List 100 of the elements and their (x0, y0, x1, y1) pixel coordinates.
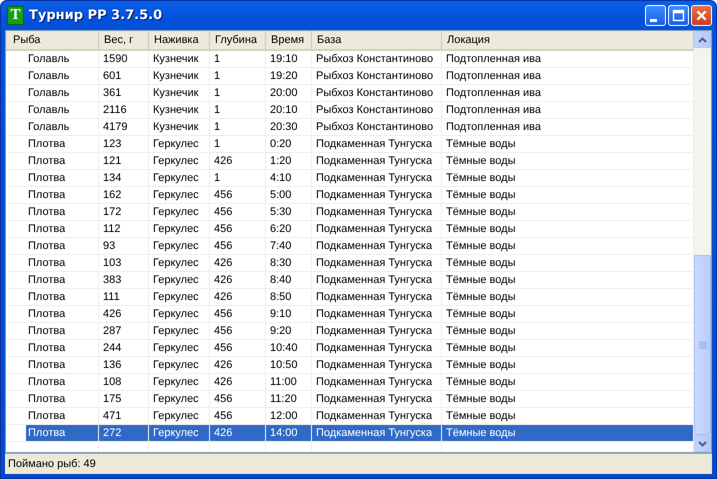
table-cell[interactable]: 1 (210, 68, 265, 84)
table-cell[interactable]: Тёмные воды (442, 170, 693, 186)
table-cell[interactable]: Геркулес (149, 153, 209, 169)
column-header[interactable]: Время (266, 31, 312, 49)
table-cell[interactable]: Тёмные воды (442, 255, 693, 271)
table-cell[interactable]: Плотва (26, 374, 98, 390)
table-cell[interactable]: 136 (99, 357, 148, 373)
table-cell[interactable]: 123 (99, 136, 148, 152)
table-cell[interactable]: Плотва (26, 357, 98, 373)
table-cell[interactable]: 426 (210, 357, 265, 373)
table-cell[interactable]: 456 (210, 323, 265, 339)
table-cell[interactable]: Геркулес (149, 374, 209, 390)
table-cell[interactable]: 93 (99, 238, 148, 254)
table-cell[interactable]: 9:10 (266, 306, 311, 322)
table-cell[interactable]: Геркулес (149, 170, 209, 186)
table-cell[interactable]: Геркулес (149, 238, 209, 254)
table-cell[interactable]: Подкаменная Тунгуска (312, 170, 441, 186)
table-cell[interactable]: 1 (210, 119, 265, 135)
table-cell[interactable]: Подкаменная Тунгуска (312, 323, 441, 339)
table-cell[interactable]: Рыбхоз Константиново (312, 85, 441, 101)
table-cell[interactable]: 456 (210, 391, 265, 407)
table-cell[interactable]: Подкаменная Тунгуска (312, 204, 441, 220)
table-cell[interactable]: Плотва (26, 340, 98, 356)
table-cell[interactable]: 10:40 (266, 340, 311, 356)
table-cell[interactable]: Тёмные воды (442, 238, 693, 254)
table-cell[interactable]: Подкаменная Тунгуска (312, 221, 441, 237)
table-cell[interactable]: 456 (210, 340, 265, 356)
table-cell[interactable]: 19:20 (266, 68, 311, 84)
table-cell[interactable]: Геркулес (149, 391, 209, 407)
table-cell[interactable]: 287 (99, 323, 148, 339)
table-cell[interactable]: 111 (99, 289, 148, 305)
table-cell[interactable]: Голавль (26, 119, 98, 135)
table-cell[interactable]: Подкаменная Тунгуска (312, 425, 441, 441)
table-cell[interactable]: Плотва (26, 323, 98, 339)
column-header[interactable]: Глубина (210, 31, 266, 49)
table-cell[interactable]: 426 (210, 272, 265, 288)
table-cell[interactable]: Тёмные воды (442, 391, 693, 407)
table-cell[interactable]: 471 (99, 408, 148, 424)
table-cell[interactable]: Подкаменная Тунгуска (312, 187, 441, 203)
table-cell[interactable]: 9:20 (266, 323, 311, 339)
table-cell[interactable]: 1 (210, 51, 265, 67)
table-cell[interactable]: 1 (210, 170, 265, 186)
scroll-down-button[interactable] (694, 435, 711, 452)
table-cell[interactable]: Тёмные воды (442, 357, 693, 373)
table-cell[interactable]: Тёмные воды (442, 374, 693, 390)
table-cell[interactable]: Плотва (26, 238, 98, 254)
table-cell[interactable]: 361 (99, 85, 148, 101)
table-cell[interactable]: Подкаменная Тунгуска (312, 255, 441, 271)
table-cell[interactable]: 7:40 (266, 238, 311, 254)
table-cell[interactable]: 112 (99, 221, 148, 237)
table-cell[interactable]: Плотва (26, 187, 98, 203)
table-cell[interactable]: 426 (210, 255, 265, 271)
table-cell[interactable]: Тёмные воды (442, 306, 693, 322)
minimize-button[interactable] (645, 5, 666, 26)
table-cell[interactable]: 1:20 (266, 153, 311, 169)
table-cell[interactable]: Рыбхоз Константиново (312, 68, 441, 84)
table-cell[interactable]: Плотва (26, 221, 98, 237)
table-cell[interactable]: 426 (210, 153, 265, 169)
table-cell[interactable]: Плотва (26, 204, 98, 220)
table-cell[interactable]: Плотва (26, 408, 98, 424)
table-cell[interactable]: Голавль (26, 102, 98, 118)
table-cell[interactable]: 162 (99, 187, 148, 203)
table-cell[interactable]: Плотва (26, 170, 98, 186)
table-cell[interactable]: 456 (210, 204, 265, 220)
table-cell[interactable]: 1 (210, 136, 265, 152)
table-cell[interactable]: 456 (210, 187, 265, 203)
column-header[interactable]: Вес, г (99, 31, 149, 49)
table-cell[interactable]: Геркулес (149, 357, 209, 373)
table-cell[interactable]: 14:00 (266, 425, 311, 441)
table-cell[interactable]: Геркулес (149, 408, 209, 424)
table-cell[interactable]: 121 (99, 153, 148, 169)
table-cell[interactable]: Плотва (26, 425, 98, 441)
table-cell[interactable]: Геркулес (149, 187, 209, 203)
table-cell[interactable]: Подкаменная Тунгуска (312, 272, 441, 288)
table-cell[interactable]: Тёмные воды (442, 272, 693, 288)
table-cell[interactable]: Голавль (26, 51, 98, 67)
table-cell[interactable]: Тёмные воды (442, 323, 693, 339)
table-cell[interactable]: 8:50 (266, 289, 311, 305)
table-cell[interactable]: Подтопленная ива (442, 102, 693, 118)
table-cell[interactable]: Подтопленная ива (442, 51, 693, 67)
table-cell[interactable]: Геркулес (149, 255, 209, 271)
table-cell[interactable]: Рыбхоз Константиново (312, 119, 441, 135)
table-cell[interactable]: Геркулес (149, 323, 209, 339)
table-cell[interactable]: 1 (210, 85, 265, 101)
table-cell[interactable]: Плотва (26, 255, 98, 271)
table-cell[interactable]: Подкаменная Тунгуска (312, 408, 441, 424)
table-cell[interactable]: 272 (99, 425, 148, 441)
table-cell[interactable]: Подтопленная ива (442, 119, 693, 135)
table-cell[interactable]: Подтопленная ива (442, 68, 693, 84)
table-cell[interactable]: 0:20 (266, 136, 311, 152)
table-cell[interactable]: Плотва (26, 153, 98, 169)
table-cell[interactable]: Кузнечик (149, 119, 209, 135)
table-cell[interactable]: Подкаменная Тунгуска (312, 238, 441, 254)
table-cell[interactable]: 8:30 (266, 255, 311, 271)
table-cell[interactable]: 134 (99, 170, 148, 186)
column-header[interactable]: База (312, 31, 442, 49)
table-cell[interactable]: 1 (210, 102, 265, 118)
table-cell[interactable]: 2116 (99, 102, 148, 118)
table-cell[interactable]: Тёмные воды (442, 340, 693, 356)
table-cell[interactable]: 456 (210, 238, 265, 254)
